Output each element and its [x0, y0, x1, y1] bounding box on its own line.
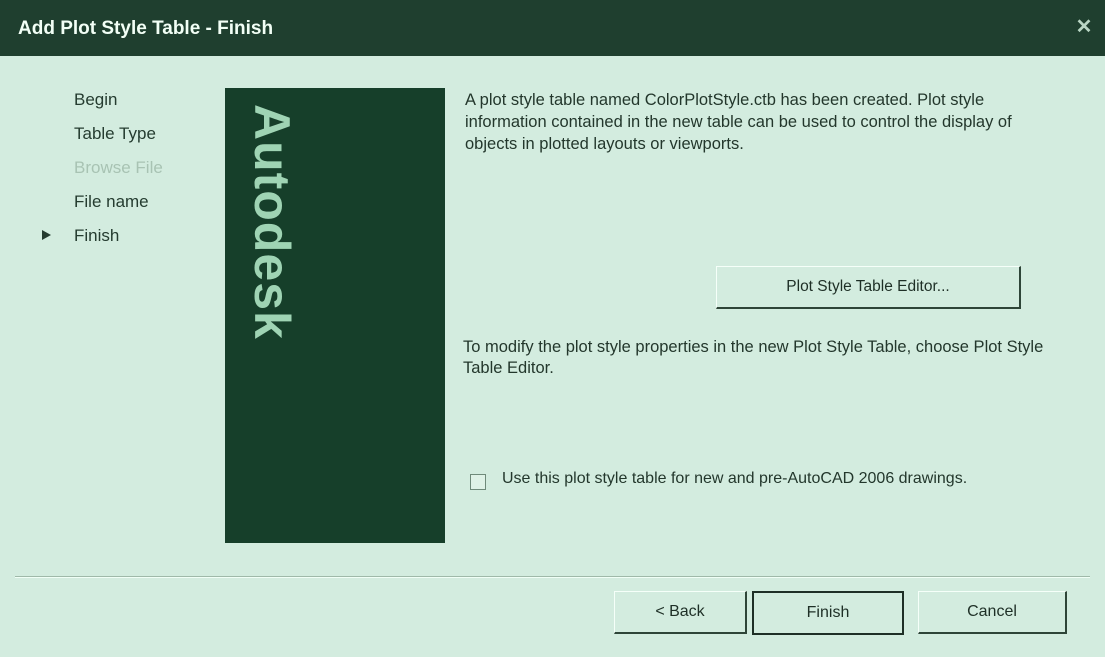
step-label: Browse File: [74, 158, 163, 177]
wizard-steps: Begin Table Type Browse File File name F…: [38, 89, 208, 259]
back-button[interactable]: < Back: [614, 591, 747, 634]
wizard-dialog: Begin Table Type Browse File File name F…: [0, 56, 1105, 657]
step-browse-file: Browse File: [38, 157, 208, 191]
step-table-type: Table Type: [38, 123, 208, 157]
current-step-arrow-icon: [42, 230, 51, 240]
step-file-name: File name: [38, 191, 208, 225]
use-table-checkbox[interactable]: [470, 474, 486, 490]
created-message: A plot style table named ColorPlotStyle.…: [465, 91, 1012, 153]
close-icon[interactable]: ✕: [1071, 14, 1097, 40]
cancel-button[interactable]: Cancel: [918, 591, 1067, 634]
use-table-label[interactable]: Use this plot style table for new and pr…: [502, 468, 1022, 489]
plot-style-table-editor-button[interactable]: Plot Style Table Editor...: [716, 266, 1021, 309]
step-finish: Finish: [38, 225, 208, 259]
autodesk-banner: Autodesk: [225, 88, 445, 543]
step-label: Begin: [74, 90, 118, 109]
title-bar: Add Plot Style Table - Finish ✕: [0, 0, 1105, 56]
finish-button[interactable]: Finish: [752, 591, 904, 635]
step-begin: Begin: [38, 89, 208, 123]
step-label: File name: [74, 192, 149, 211]
window-title: Add Plot Style Table - Finish: [18, 18, 274, 39]
modify-instructions: To modify the plot style properties in t…: [463, 338, 1044, 377]
step-label: Finish: [74, 226, 120, 245]
button-separator: [15, 576, 1090, 578]
autodesk-logo: Autodesk: [244, 104, 300, 340]
step-label: Table Type: [74, 124, 156, 143]
